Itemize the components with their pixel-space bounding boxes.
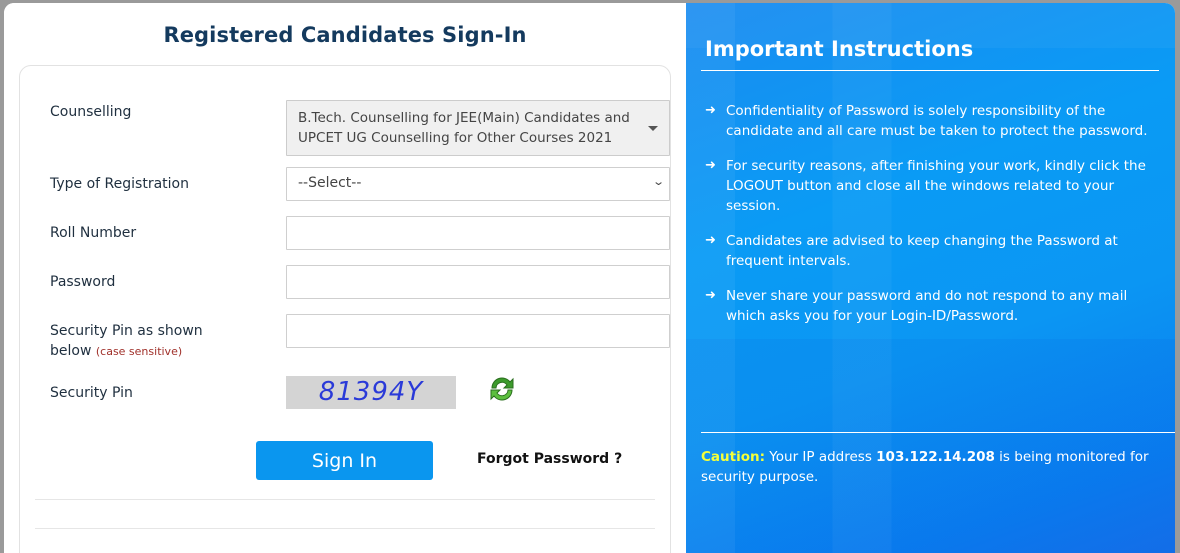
caution-label: Caution:	[701, 449, 765, 465]
instruction-item: ➜ Candidates are advised to keep changing…	[705, 231, 1165, 271]
sign-in-button[interactable]: Sign In	[256, 441, 433, 480]
instruction-text: For security reasons, after finishing yo…	[726, 158, 1146, 214]
case-sensitive-note: (case sensitive)	[95, 345, 183, 358]
password-input[interactable]	[286, 265, 670, 299]
roll-number-label: Roll Number	[50, 225, 137, 241]
divider	[35, 499, 655, 500]
registration-type-value: --Select--	[298, 175, 362, 191]
instruction-item: ➜ Never share your password and do not re…	[705, 286, 1165, 326]
caution-notice: Caution: Your IP address 103.122.14.208 …	[701, 447, 1175, 487]
signin-panel: Registered Candidates Sign-In Counsellin…	[4, 3, 686, 553]
arrow-right-icon: ➜	[705, 288, 716, 303]
instructions-panel: Important Instructions ➜ Confidentiality …	[686, 3, 1175, 553]
security-pin-input-label: Security Pin as shown below (case sensit…	[50, 321, 220, 362]
divider	[701, 70, 1159, 71]
instruction-text: Confidentiality of Password is solely re…	[726, 103, 1148, 139]
counselling-label: Counselling	[50, 104, 132, 120]
counselling-select-value: B.Tech. Counselling for JEE(Main) Candid…	[298, 110, 630, 146]
security-pin-input[interactable]	[286, 314, 670, 348]
forgot-password-link[interactable]: Forgot Password ?	[477, 451, 622, 467]
registration-type-label: Type of Registration	[50, 176, 189, 192]
instructions-list: ➜ Confidentiality of Password is solely r…	[705, 101, 1165, 341]
security-pin-label: Security Pin	[50, 385, 133, 401]
chevron-down-icon: ⌄	[651, 175, 665, 188]
caution-prefix: Your IP address	[769, 449, 872, 465]
divider	[35, 528, 655, 529]
signin-form: Counselling B.Tech. Counselling for JEE(…	[19, 65, 671, 553]
instructions-title: Important Instructions	[705, 37, 974, 61]
arrow-right-icon: ➜	[705, 233, 716, 248]
instruction-text: Candidates are advised to keep changing …	[726, 233, 1118, 269]
instruction-item: ➜ For security reasons, after finishing y…	[705, 156, 1165, 216]
registration-type-select[interactable]: --Select-- ⌄	[286, 167, 670, 201]
captcha-image: 81394Y	[286, 376, 456, 409]
roll-number-input[interactable]	[286, 216, 670, 250]
refresh-icon[interactable]	[486, 373, 518, 405]
page-title: Registered Candidates Sign-In	[163, 23, 527, 47]
arrow-right-icon: ➜	[705, 103, 716, 118]
page-frame: Registered Candidates Sign-In Counsellin…	[4, 3, 1175, 553]
instruction-item: ➜ Confidentiality of Password is solely r…	[705, 101, 1165, 141]
arrow-right-icon: ➜	[705, 158, 716, 173]
caret-down-icon	[648, 126, 658, 131]
ip-address: 103.122.14.208	[876, 449, 995, 465]
password-label: Password	[50, 274, 116, 290]
divider	[701, 432, 1175, 433]
instruction-text: Never share your password and do not res…	[726, 288, 1128, 324]
counselling-select[interactable]: B.Tech. Counselling for JEE(Main) Candid…	[286, 100, 670, 156]
